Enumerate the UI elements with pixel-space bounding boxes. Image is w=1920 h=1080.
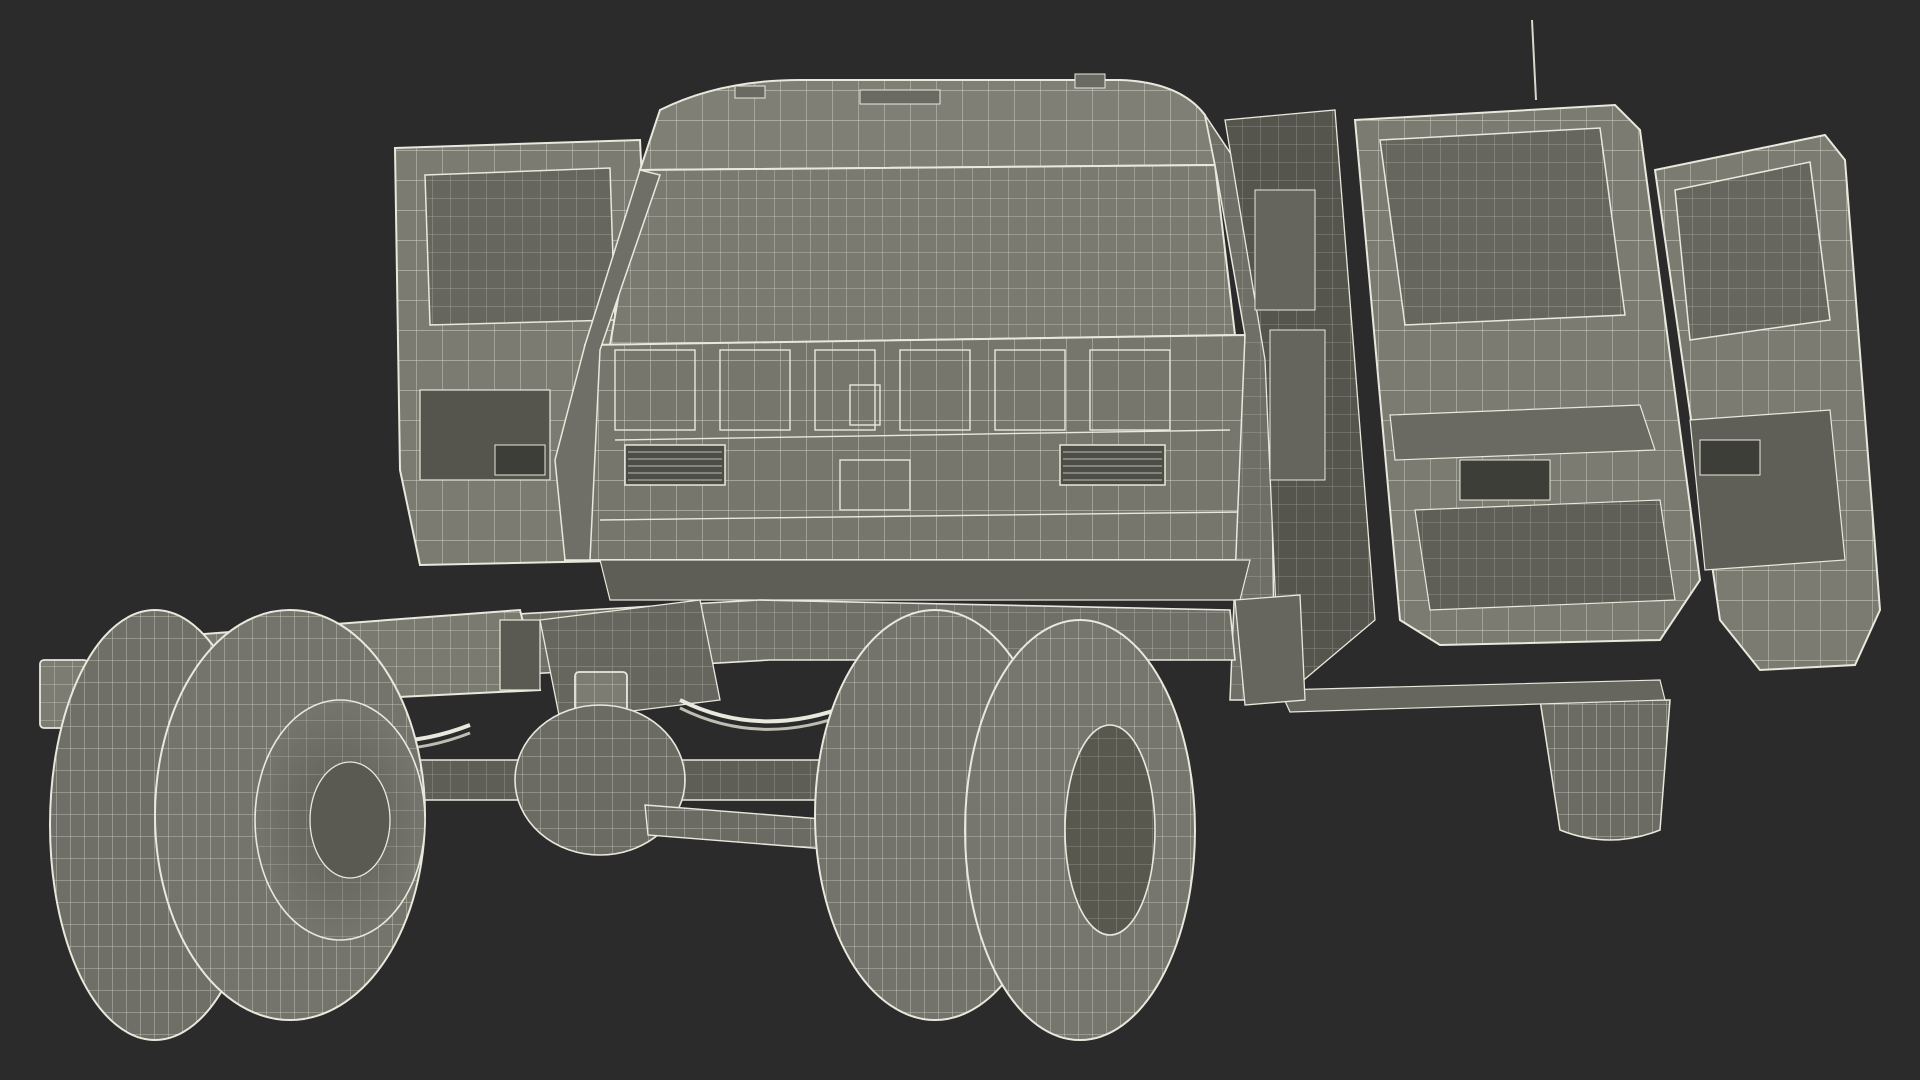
right-vent [1059,444,1166,486]
left-vent [624,444,726,486]
right-front-open-door [1353,103,1702,647]
cab-floor [599,559,1251,601]
truck-wireframe-render [39,19,1882,1041]
frame-bracket [1234,594,1306,706]
antenna [1531,19,1537,101]
left-inner-rear-wheel [154,609,426,1021]
front-right-wheel [1539,699,1671,841]
right-outer-rear-wheel [964,619,1196,1041]
viewport [0,0,1920,1080]
